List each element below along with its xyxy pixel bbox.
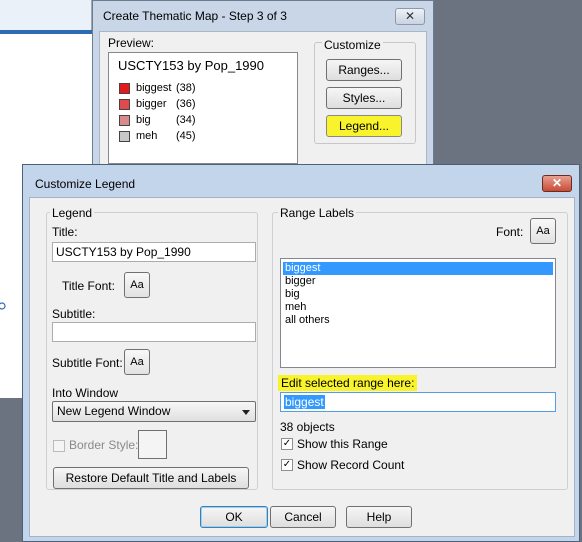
range-list[interactable]: biggest bigger big meh all others [280,258,556,368]
title-font-label: Title Font: [62,279,115,293]
preview-row-count: (34) [176,114,196,126]
customize-legend-dialog: Customize Legend ✕ Legend Title: USCTY15… [22,164,580,542]
preview-row-name: bigger [136,98,167,110]
list-item[interactable]: biggest [283,262,553,275]
preview-row: big (34) [119,113,196,127]
range-font-button[interactable]: Aa [530,218,556,244]
font-label: Font: [496,225,524,239]
create-thematic-map-window: Create Thematic Map - Step 3 of 3 ✕ Prev… [92,0,434,172]
title-input[interactable]: USCTY153 by Pop_1990 [52,242,256,262]
title-font-button[interactable]: Aa [124,272,150,298]
preview-row: bigger (36) [119,97,196,111]
show-range-label: Show this Range [297,437,388,451]
subtitle-input[interactable] [52,322,256,342]
chevron-down-icon [242,410,250,415]
map-point-icon [0,300,8,310]
border-style-label: Border Style: [69,438,139,452]
legend-preview: USCTY153 by Pop_1990 biggest (38) bigger… [108,52,298,164]
show-record-count-checkbox[interactable]: ✓ [281,459,293,471]
background-window-blue-bar [0,30,92,34]
subtitle-font-label: Subtitle Font: [52,356,123,370]
preview-row-count: (36) [176,98,196,110]
legend-group-label: Legend [50,206,95,220]
preview-row: meh (45) [119,129,196,143]
list-item[interactable]: meh [283,301,308,314]
dialog-body: Legend Title: USCTY153 by Pop_1990 Title… [29,197,575,537]
into-window-select[interactable]: New Legend Window [52,401,256,422]
close-button[interactable]: ✕ [542,175,572,192]
list-item[interactable]: all others [283,314,332,327]
into-window-value: New Legend Window [57,404,171,418]
swatch-icon [119,82,130,94]
close-button[interactable]: ✕ [395,8,425,25]
edit-range-label: Edit selected range here: [278,375,418,391]
range-labels-group-label: Range Labels [278,206,357,220]
cancel-button[interactable]: Cancel [270,506,336,528]
preview-row-name: meh [136,130,158,142]
preview-row-count: (38) [176,82,196,94]
edit-range-value: biggest [284,395,325,409]
swatch-icon [119,130,130,142]
preview-title: USCTY153 by Pop_1990 [118,58,264,73]
ok-button[interactable]: OK [200,506,268,528]
preview-row: biggest (38) [119,81,196,95]
title-label: Title: [52,225,78,239]
dialog-title: Customize Legend [35,177,136,191]
ranges-button[interactable]: Ranges... [326,59,402,81]
legend-button[interactable]: Legend... [326,115,402,137]
list-item[interactable]: bigger [283,275,318,288]
swatch-icon [119,114,130,126]
preview-row-name: big [136,114,151,126]
styles-button[interactable]: Styles... [326,87,402,109]
help-button[interactable]: Help [346,506,412,528]
show-range-checkbox[interactable]: ✓ [281,438,293,450]
preview-row-name: biggest [136,82,172,94]
customize-label: Customize [322,38,383,52]
window-body: Preview: USCTY153 by Pop_1990 biggest (3… [99,31,427,167]
preview-label: Preview: [108,36,155,50]
show-record-count-label: Show Record Count [297,458,405,472]
preview-row-count: (45) [176,130,196,142]
window-title: Create Thematic Map - Step 3 of 3 [103,9,287,23]
list-item[interactable]: big [283,288,302,301]
swatch-icon [119,98,130,110]
subtitle-font-button[interactable]: Aa [124,349,150,375]
restore-default-button[interactable]: Restore Default Title and Labels [53,467,249,489]
into-window-label: Into Window [52,386,119,400]
border-style-button[interactable] [138,430,167,459]
edit-range-input[interactable]: biggest [280,392,556,412]
subtitle-label: Subtitle: [52,307,96,321]
border-style-checkbox[interactable] [53,440,65,452]
objects-count: 38 objects [280,420,335,434]
